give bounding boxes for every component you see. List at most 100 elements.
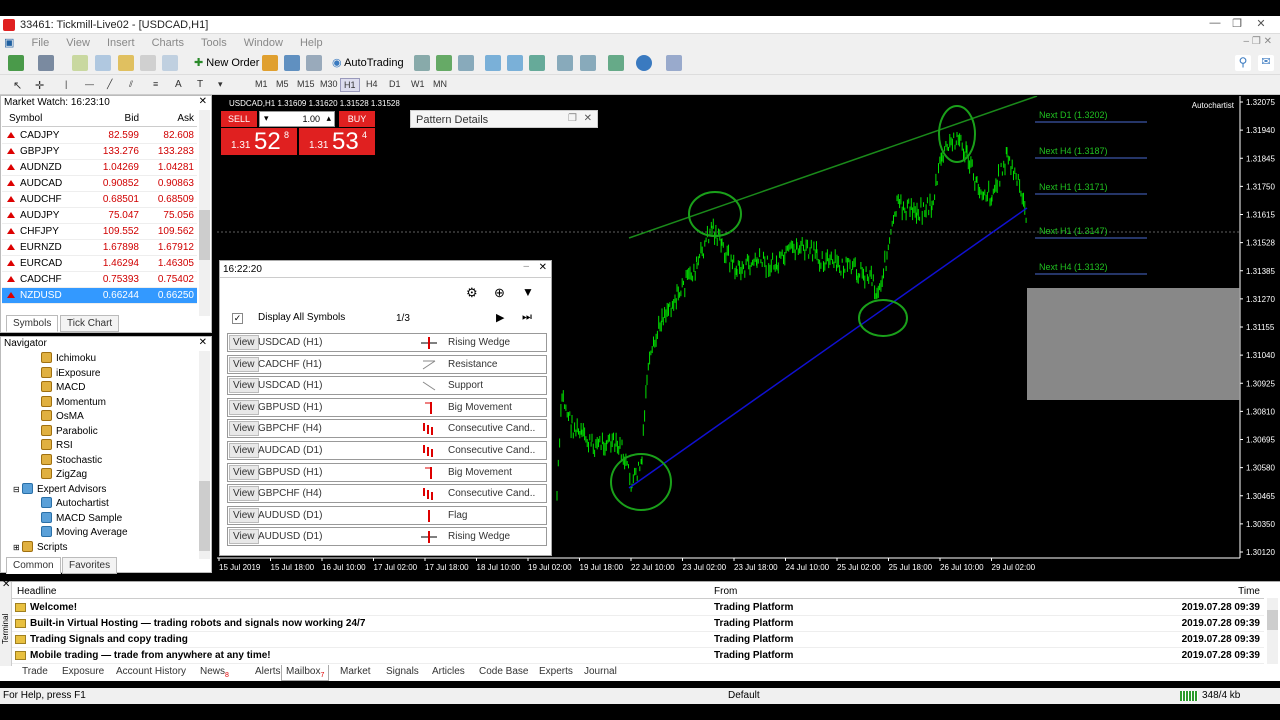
view-button[interactable]: View [229,378,259,394]
terminal-scrollbar[interactable] [1267,598,1278,664]
col-bid[interactable]: Bid [125,113,139,124]
text-icon[interactable]: A [172,78,185,91]
terminal-tab-trade[interactable]: Trade [18,665,52,678]
ac-minimize-icon[interactable]: – [523,261,529,272]
buy-button[interactable]: BUY [339,111,375,127]
market-watch-icon[interactable] [72,55,88,71]
market-watch-row[interactable]: NZDUSD 0.66244 0.66250 [2,288,197,304]
mdi-controls-icon[interactable]: – ❐ ✕ [1244,36,1272,47]
market-watch-row[interactable]: EURNZD 1.67898 1.67912 [2,240,197,256]
menu-file[interactable]: File [24,35,56,51]
navigator-indicator[interactable]: OsMA [41,410,84,424]
terminal-tab-code-base[interactable]: Code Base [475,665,532,678]
pattern-row[interactable]: View GBPUSD (H1) Big Movement [227,462,547,482]
tf-w1[interactable]: W1 [408,78,428,90]
view-button[interactable]: View [229,443,259,458]
last-page-icon[interactable]: ⏭ [522,311,532,324]
menu-help[interactable]: Help [293,35,330,51]
tf-d1[interactable]: D1 [386,78,404,90]
fibonacci-icon[interactable]: ≡ [150,78,161,90]
navigator-indicator[interactable]: Parabolic [41,424,98,439]
view-button[interactable]: View [229,399,259,415]
navigator-close-icon[interactable]: ✕ [199,337,207,348]
col-from[interactable]: From [714,586,737,597]
market-watch-row[interactable]: AUDCAD 0.90852 0.90863 [2,176,197,192]
tf-m30[interactable]: M30 [317,78,341,90]
news-row[interactable]: Trading Signals and copy trading Trading… [12,632,1264,648]
next-page-icon[interactable]: ▶ [496,311,504,324]
display-all-checkbox[interactable]: ✓ [232,313,243,324]
news-row[interactable]: Mobile trading — trade from anywhere at … [12,648,1264,664]
navigator-ea-item[interactable]: Moving Average [41,526,128,540]
shapes-icon[interactable]: ▾ [215,78,226,91]
menu-tools[interactable]: Tools [194,35,234,51]
pattern-row[interactable]: View GBPUSD (H1) Big Movement [227,397,547,417]
terminal-tab-news[interactable]: News8 [196,665,233,680]
pattern-details-window[interactable]: Pattern Details ❐ ✕ [410,110,598,128]
pattern-row[interactable]: View USDCAD (H1) Support [227,376,547,396]
vps-icon[interactable] [306,55,322,71]
autoscroll-icon[interactable] [557,55,573,71]
terminal-tab-signals[interactable]: Signals [382,665,423,678]
market-watch-row[interactable]: CADCHF 0.75393 0.75402 [2,272,197,288]
navigator-ea-item[interactable]: MACD Sample [41,511,122,526]
navigator-indicator[interactable]: RSI [41,439,73,453]
text-label-icon[interactable]: T [194,78,206,91]
zoom-out-icon[interactable] [507,55,523,71]
profiles-icon[interactable] [38,55,54,71]
navigator-icon[interactable] [118,55,134,71]
tf-m1[interactable]: M1 [252,78,271,90]
terminal-close-icon[interactable]: ✕ [2,579,10,590]
bar-chart-icon[interactable] [414,55,430,71]
pattern-row[interactable]: View CADCHF (H1) Resistance [227,354,547,374]
pattern-close-icon[interactable]: ✕ [584,113,592,124]
market-watch-row[interactable]: AUDCHF 0.68501 0.68509 [2,192,197,208]
tf-h1[interactable]: H1 [340,78,360,92]
market-watch-row[interactable]: CHFJPY 109.552 109.562 [2,224,197,240]
col-headline[interactable]: Headline [17,586,56,597]
market-watch-close-icon[interactable]: ✕ [199,96,207,107]
view-button[interactable]: View [229,356,259,372]
market-watch-row[interactable]: GBPJPY 133.276 133.283 [2,144,197,160]
tf-m15[interactable]: M15 [294,78,318,90]
terminal-tab-journal[interactable]: Journal [580,665,621,678]
market-watch-row[interactable]: AUDJPY 75.047 75.056 [2,208,197,224]
view-button[interactable]: View [229,464,259,480]
tab-common[interactable]: Common [6,557,61,574]
pattern-row[interactable]: View AUDUSD (D1) Rising Wedge [227,527,547,547]
navigator-indicator[interactable]: MACD [41,381,85,395]
pattern-row[interactable]: View GBPCHF (H4) Consecutive Cand.. [227,484,547,504]
terminal-tab-mailbox[interactable]: Mailbox7 [281,665,330,681]
pattern-row[interactable]: View AUDUSD (D1) Flag [227,505,547,525]
vertical-line-icon[interactable]: | [62,78,70,90]
restore-icon[interactable]: ❐ [568,113,577,124]
settings-icon[interactable]: ⚙ [466,285,478,301]
cursor-icon[interactable]: ↖ [10,78,25,93]
ac-close-icon[interactable]: ✕ [539,262,547,273]
pattern-row[interactable]: View AUDCAD (D1) Consecutive Cand.. [227,441,547,460]
navigator-indicator[interactable]: iExposure [41,366,100,381]
news-row[interactable]: Built-in Virtual Hosting — trading robot… [12,616,1264,632]
trendline-icon[interactable]: ╱ [104,78,115,91]
navigator-indicator[interactable]: Stochastic [41,453,102,468]
metaeditor-icon[interactable] [262,55,278,71]
view-button[interactable]: View [229,421,259,437]
zoom-in-icon[interactable] [485,55,501,71]
chart-shift-icon[interactable] [580,55,596,71]
terminal-tab-articles[interactable]: Articles [428,665,469,678]
view-button[interactable]: View [229,486,259,502]
data-window-icon[interactable] [95,55,111,71]
navigator-ea-item[interactable]: Autochartist [41,497,109,511]
terminal-tab-market[interactable]: Market [336,665,375,678]
navigator-indicator[interactable]: Momentum [41,395,106,410]
chat-icon[interactable]: ✉ [1258,55,1274,71]
tab-favorites[interactable]: Favorites [62,557,118,574]
indicators-icon[interactable] [608,55,624,71]
navigator-indicator[interactable]: Ichimoku [41,352,96,366]
tf-m5[interactable]: M5 [273,78,292,90]
navigator-scripts[interactable]: ⊞ Scripts [13,540,68,555]
new-chart-icon[interactable] [8,55,24,71]
col-ask[interactable]: Ask [177,113,194,124]
menu-view[interactable]: View [59,35,97,51]
pattern-row[interactable]: View USDCAD (H1) Rising Wedge [227,333,547,352]
